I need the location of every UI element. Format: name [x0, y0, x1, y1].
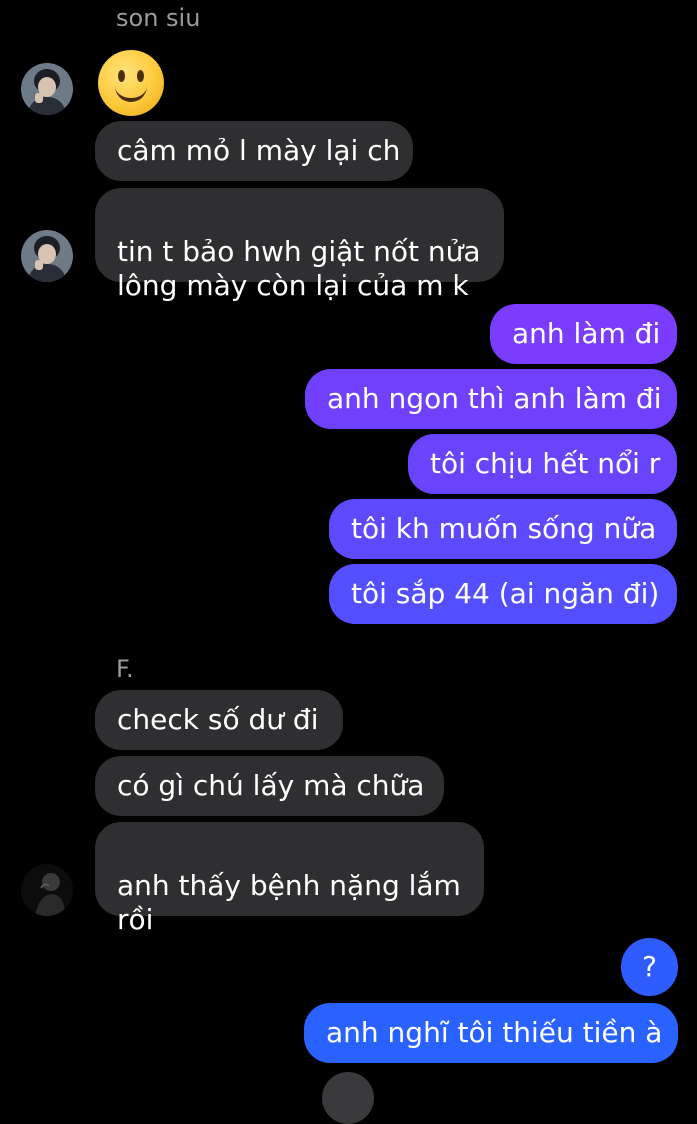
- message-text: anh làm đi: [512, 317, 661, 350]
- slightly-smiling-face-emoji[interactable]: [98, 50, 164, 116]
- sender-name: son siu: [116, 4, 201, 32]
- message-text: tôi kh muốn sống nữa: [351, 512, 657, 545]
- message-text: tôi sắp 44 (ai ngăn đi): [351, 577, 660, 610]
- outgoing-message-bubble[interactable]: ?: [621, 938, 678, 996]
- message-text: anh ngon thì anh làm đi: [327, 382, 662, 415]
- message-text: ?: [642, 950, 657, 983]
- message-text: check số dư đi: [117, 703, 319, 736]
- avatar-photo: [21, 864, 73, 916]
- outgoing-message-bubble[interactable]: anh làm đi: [490, 304, 677, 364]
- avatar[interactable]: [21, 63, 73, 115]
- incoming-message-bubble[interactable]: check số dư đi: [95, 690, 343, 750]
- incoming-message-bubble[interactable]: có gì chú lấy mà chữa: [95, 756, 444, 816]
- outgoing-message-bubble[interactable]: anh ngon thì anh làm đi: [305, 369, 677, 429]
- message-text: tin t bảo hwh giật nốt nửa lông mày còn …: [117, 235, 481, 302]
- outgoing-message-bubble[interactable]: tôi kh muốn sống nữa: [329, 499, 677, 559]
- partial-avatar: [322, 1072, 374, 1124]
- avatar[interactable]: [21, 864, 73, 916]
- message-text: câm mỏ l mày lại ch: [117, 134, 401, 167]
- incoming-message-bubble[interactable]: câm mỏ l mày lại ch: [95, 121, 413, 181]
- avatar[interactable]: [21, 230, 73, 282]
- incoming-message-bubble[interactable]: anh thấy bệnh nặng lắm rồi: [95, 822, 484, 936]
- message-text: tôi chịu hết nổi r: [430, 447, 661, 480]
- avatar-photo: [21, 63, 73, 115]
- message-text: anh thấy bệnh nặng lắm rồi: [117, 869, 461, 936]
- outgoing-message-bubble[interactable]: tôi chịu hết nổi r: [408, 434, 677, 494]
- outgoing-message-bubble[interactable]: tôi sắp 44 (ai ngăn đi): [329, 564, 677, 624]
- sender-name: F.: [116, 655, 134, 683]
- message-text: anh nghĩ tôi thiếu tiền à: [326, 1016, 663, 1049]
- incoming-message-bubble[interactable]: tin t bảo hwh giật nốt nửa lông mày còn …: [95, 188, 504, 302]
- message-text: có gì chú lấy mà chữa: [117, 769, 425, 802]
- outgoing-message-bubble[interactable]: anh nghĩ tôi thiếu tiền à: [304, 1003, 678, 1063]
- avatar-photo: [21, 230, 73, 282]
